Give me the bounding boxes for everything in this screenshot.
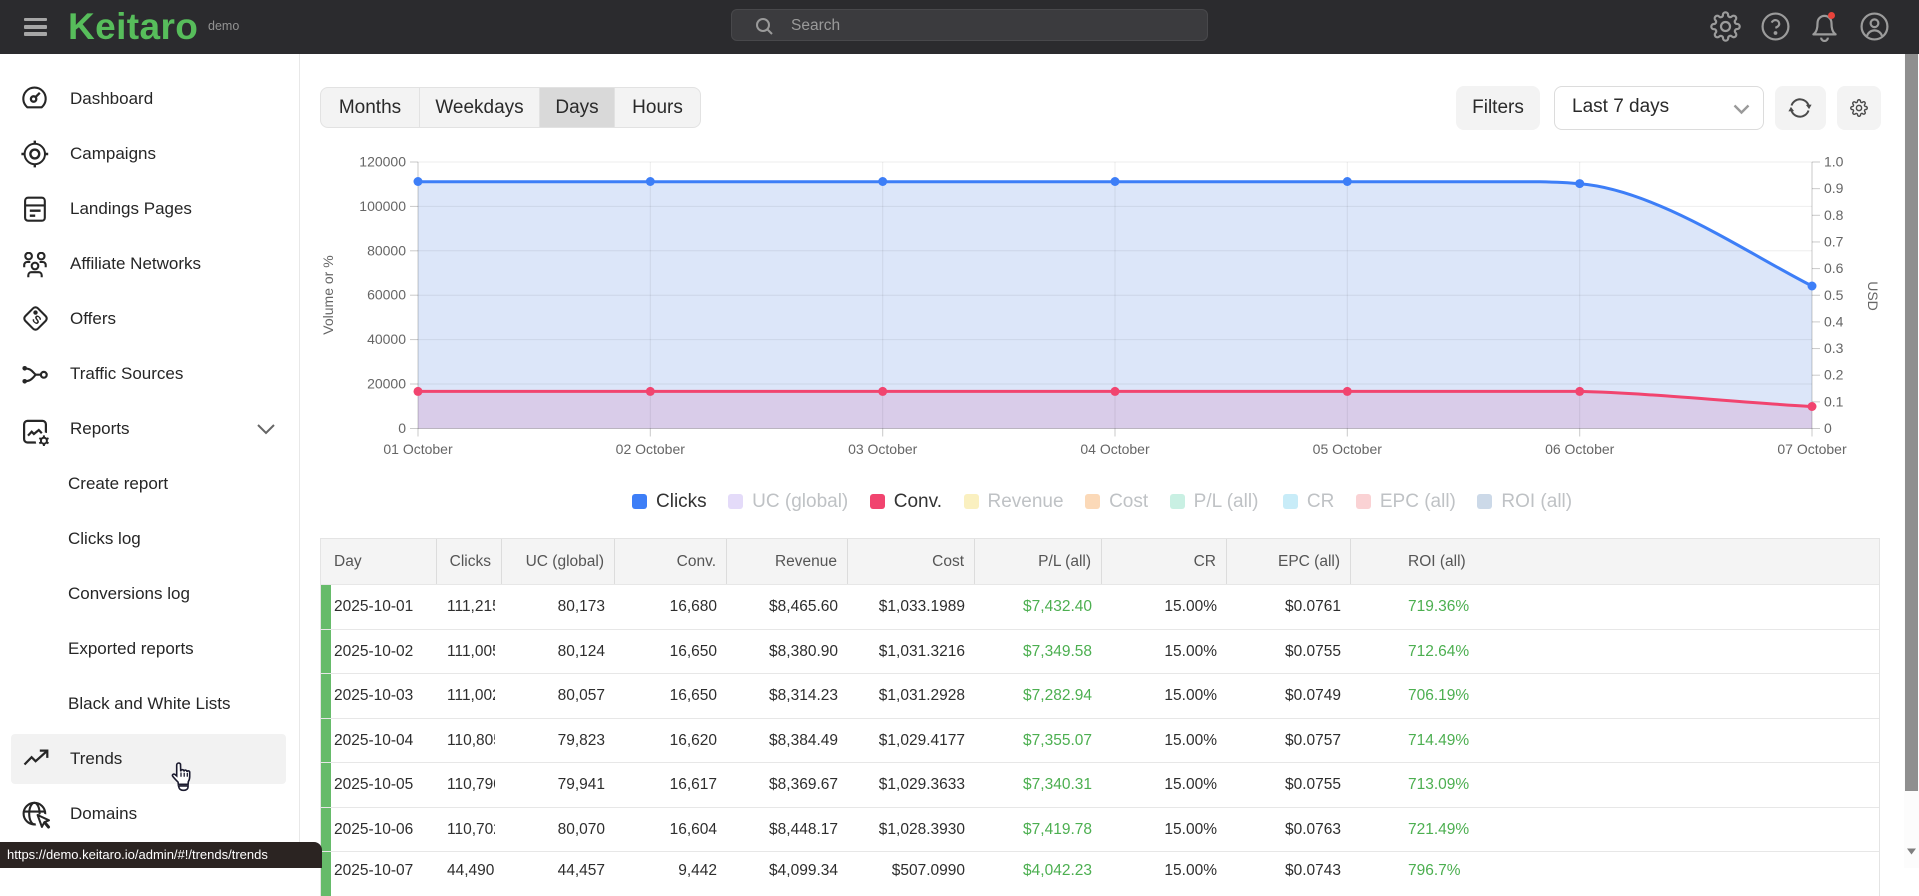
- svg-text:USD: USD: [1865, 281, 1881, 311]
- svg-text:0: 0: [398, 420, 406, 436]
- svg-text:03 October: 03 October: [848, 441, 918, 457]
- svg-text:1.0: 1.0: [1824, 154, 1844, 170]
- svg-text:100000: 100000: [359, 198, 406, 214]
- svg-text:0.6: 0.6: [1824, 260, 1844, 276]
- svg-text:0.9: 0.9: [1824, 180, 1844, 196]
- svg-text:0.5: 0.5: [1824, 287, 1844, 303]
- svg-text:01 October: 01 October: [383, 441, 453, 457]
- svg-text:60000: 60000: [367, 287, 406, 303]
- svg-text:0.2: 0.2: [1824, 367, 1844, 383]
- svg-text:0.3: 0.3: [1824, 340, 1844, 356]
- svg-text:04 October: 04 October: [1080, 441, 1150, 457]
- svg-text:0.1: 0.1: [1824, 393, 1844, 409]
- svg-text:02 October: 02 October: [616, 441, 686, 457]
- svg-text:06 October: 06 October: [1545, 441, 1615, 457]
- svg-text:0.4: 0.4: [1824, 313, 1844, 329]
- svg-text:05 October: 05 October: [1313, 441, 1383, 457]
- svg-text:0: 0: [1824, 420, 1832, 436]
- svg-text:Volume or %: Volume or %: [320, 255, 336, 334]
- svg-text:80000: 80000: [367, 242, 406, 258]
- svg-text:40000: 40000: [367, 331, 406, 347]
- svg-text:120000: 120000: [359, 154, 406, 170]
- svg-text:0.8: 0.8: [1824, 207, 1844, 223]
- svg-text:0.7: 0.7: [1824, 233, 1844, 249]
- svg-text:20000: 20000: [367, 376, 406, 392]
- svg-text:07 October: 07 October: [1777, 441, 1847, 457]
